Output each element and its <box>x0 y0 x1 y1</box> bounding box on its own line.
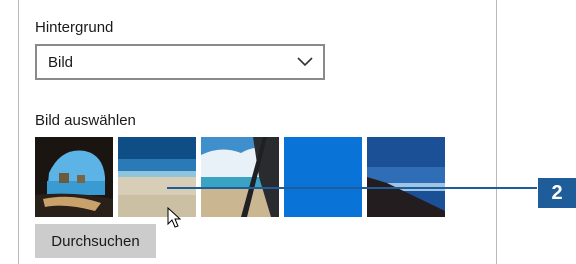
thumbnail-solid-blue[interactable] <box>284 137 362 217</box>
callout-badge: 2 <box>538 178 576 208</box>
chevron-down-icon <box>297 57 313 67</box>
thumbnail-hillside-sky[interactable] <box>367 137 445 217</box>
background-label: Hintergrund <box>35 19 114 36</box>
thumbnail-beach-through-window[interactable] <box>201 137 279 217</box>
thumbnail-cave-beach[interactable] <box>35 137 113 217</box>
personalization-background-panel: Hintergrund Bild Bild auswählen Durchsuc… <box>18 0 497 264</box>
callout-line <box>167 187 537 189</box>
background-dropdown[interactable]: Bild <box>35 44 325 80</box>
background-dropdown-value: Bild <box>48 54 74 71</box>
choose-picture-label: Bild auswählen <box>35 112 136 129</box>
browse-button[interactable]: Durchsuchen <box>35 224 156 258</box>
thumbnail-sandy-beach[interactable] <box>118 137 196 217</box>
mouse-cursor-icon <box>167 207 181 228</box>
